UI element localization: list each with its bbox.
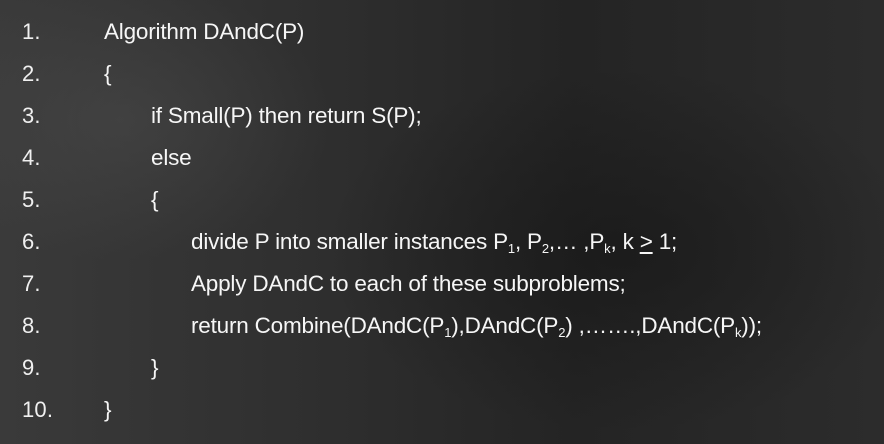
code-text: Apply DAndC to each of these subproblems… bbox=[191, 271, 626, 296]
code-text: return Combine(DAndC(P1),DAndC(P2) ,…….,… bbox=[191, 306, 762, 346]
algorithm-slide: 1. Algorithm DAndC(P) 2. { 3. if Small(P… bbox=[0, 0, 884, 444]
line-number: 10. bbox=[22, 397, 54, 422]
greater-equal-symbol: > bbox=[639, 229, 653, 254]
code-fragment: return Combine(DAndC(P bbox=[191, 313, 445, 338]
code-fragment: ) ,…….,DAndC(P bbox=[565, 313, 735, 338]
code-line-1: 1. Algorithm DAndC(P) bbox=[0, 12, 884, 52]
code-text: divide P into smaller instances P1, P2,…… bbox=[191, 222, 677, 262]
subscript: 1 bbox=[507, 241, 515, 256]
line-number: 9. bbox=[22, 355, 41, 380]
code-text: } bbox=[104, 397, 112, 422]
code-fragment: , k bbox=[610, 229, 640, 254]
code-line-2: 2. { bbox=[0, 54, 884, 94]
code-fragment: divide P into smaller instances P bbox=[191, 229, 508, 254]
code-line-9: 9. } bbox=[0, 348, 884, 388]
line-number: 1. bbox=[22, 19, 41, 44]
line-number: 4. bbox=[22, 145, 41, 170]
code-text: } bbox=[151, 355, 159, 380]
code-text: else bbox=[151, 145, 192, 170]
subscript: 2 bbox=[541, 241, 549, 256]
code-line-6: 6. divide P into smaller instances P1, P… bbox=[0, 222, 884, 262]
code-fragment: ,… ,P bbox=[548, 229, 605, 254]
line-number: 2. bbox=[22, 61, 41, 86]
code-line-5: 5. { bbox=[0, 180, 884, 220]
code-fragment: ),DAndC(P bbox=[451, 313, 559, 338]
code-line-4: 4. else bbox=[0, 138, 884, 178]
code-fragment: )); bbox=[741, 313, 762, 338]
code-line-10: 10. } bbox=[0, 390, 884, 430]
line-number: 5. bbox=[22, 187, 41, 212]
code-text: if Small(P) then return S(P); bbox=[151, 103, 422, 128]
code-fragment: , P bbox=[514, 229, 542, 254]
line-number: 8. bbox=[22, 313, 41, 338]
line-number: 3. bbox=[22, 103, 41, 128]
line-number: 6. bbox=[22, 229, 41, 254]
code-fragment: 1; bbox=[652, 229, 678, 254]
code-line-3: 3. if Small(P) then return S(P); bbox=[0, 96, 884, 136]
line-number: 7. bbox=[22, 271, 41, 296]
code-text: { bbox=[151, 187, 159, 212]
code-text: { bbox=[104, 61, 112, 86]
code-text: Algorithm DAndC(P) bbox=[104, 19, 305, 44]
code-line-7: 7. Apply DAndC to each of these subprobl… bbox=[0, 264, 884, 304]
code-line-8: 8. return Combine(DAndC(P1),DAndC(P2) ,…… bbox=[0, 306, 884, 346]
